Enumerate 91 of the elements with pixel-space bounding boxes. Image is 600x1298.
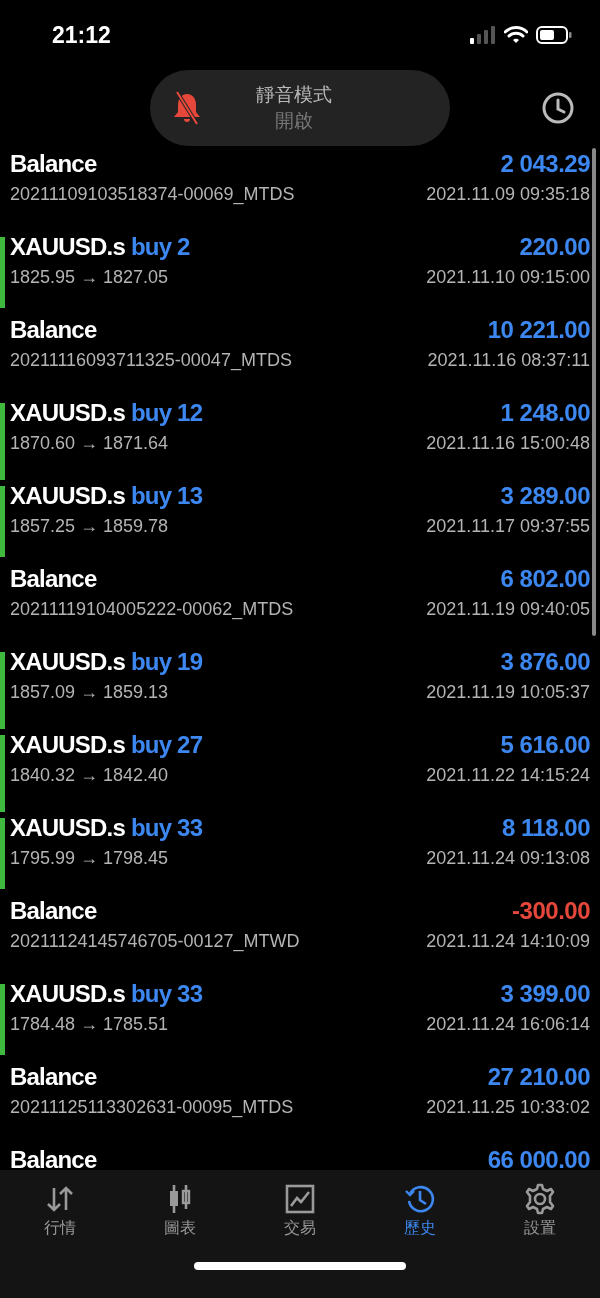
row-title: Balance (10, 897, 97, 925)
trade-row[interactable]: XAUUSD.s buy 33 8 118.00 1795.99 → 1798.45 2021.11.24 09:13:08 (0, 812, 600, 895)
amount-value: -300.00 (512, 897, 590, 925)
transaction-id: 20211124145746705-00127_MTWD (10, 931, 300, 952)
buy-marker (0, 237, 5, 308)
battery-icon (536, 26, 572, 44)
balance-row[interactable]: Balance 10 221.00 20211116093711325-00047_MTDS 2021.11.16 08:37:11 (0, 314, 600, 397)
tab-item[interactable]: 交易 (240, 1170, 360, 1260)
timestamp: 2021.11.24 09:13:08 (426, 848, 590, 869)
timestamp: 2021.11.22 14:15:24 (426, 765, 590, 786)
status-time: 21:12 (52, 21, 111, 49)
row-title: Balance (10, 565, 97, 593)
trade-row[interactable]: XAUUSD.s buy 19 3 876.00 1857.09 → 1859.13 2021.11.19 10:05:37 (0, 646, 600, 729)
balance-row[interactable]: Balance 2 043.29 20211109103518374-00069_MTDS 2021.11.09 09:35:18 (0, 148, 600, 231)
price-range: 1784.48 → 1785.51 (10, 1014, 169, 1035)
price-range: 1857.09 → 1859.13 (10, 682, 169, 703)
row-title: Balance (10, 316, 97, 344)
row-title: Balance (10, 1146, 97, 1170)
price-range: 1840.32 → 1842.40 (10, 765, 169, 786)
buy-marker (0, 984, 5, 1055)
banner-title: 靜音模式 (256, 83, 332, 107)
scrollbar[interactable] (592, 148, 596, 636)
timestamp: 2021.11.24 16:06:14 (426, 1014, 590, 1035)
signal-icon (470, 26, 496, 44)
amount-value: 3 399.00 (500, 980, 590, 1008)
wifi-icon (504, 26, 528, 44)
order-side-label: buy 2 (130, 233, 190, 261)
timestamp: 2021.11.19 09:40:05 (426, 599, 590, 620)
symbol-label: XAUUSD.s (10, 233, 125, 261)
timestamp: 2021.11.16 08:37:11 (427, 350, 590, 371)
amount-value: 3 289.00 (500, 482, 590, 510)
amount-value: 8 118.00 (501, 814, 590, 842)
banner-subtitle: 開啟 (275, 109, 313, 133)
home-indicator[interactable] (194, 1262, 406, 1270)
symbol-label: XAUUSD.s (10, 399, 125, 427)
transaction-id: 20211116093711325-00047_MTDS (10, 350, 292, 371)
amount-value: 66 000.00 (487, 1146, 590, 1170)
price-range: 1870.60 → 1871.64 (10, 433, 169, 454)
transaction-id: 20211119104005222-00062_MTDS (10, 599, 294, 620)
symbol-label: XAUUSD.s (10, 980, 125, 1008)
transaction-id: 20211125113302631-00095_MTDS (10, 1097, 294, 1118)
tab-item[interactable]: 歷史 (360, 1170, 480, 1260)
symbol-label: XAUUSD.s (10, 814, 125, 842)
amount-value: 27 210.00 (487, 1063, 590, 1091)
timestamp: 2021.11.16 15:00:48 (426, 433, 590, 454)
balance-row[interactable]: Balance 6 802.00 20211119104005222-00062_MTDS 2021.11.19 09:40:05 (0, 563, 600, 646)
tab-item[interactable]: 行情 (0, 1170, 120, 1260)
balance-row[interactable]: Balance 66 000.00 (0, 1144, 600, 1170)
symbol-label: XAUUSD.s (10, 648, 125, 676)
buy-marker (0, 818, 5, 889)
price-range: 1825.95 → 1827.05 (10, 267, 169, 288)
transaction-id: 20211109103518374-00069_MTDS (10, 184, 295, 205)
amount-value: 3 876.00 (500, 648, 590, 676)
trade-row[interactable]: XAUUSD.s buy 27 5 616.00 1840.32 → 1842.40 2021.11.22 14:15:24 (0, 729, 600, 812)
trade-row[interactable]: XAUUSD.s buy 13 3 289.00 1857.25 → 1859.78 2021.11.17 09:37:55 (0, 480, 600, 563)
order-side-label: buy 27 (130, 731, 203, 759)
order-side-label: buy 33 (130, 814, 203, 842)
amount-value: 220.00 (519, 233, 590, 261)
trade-row[interactable]: XAUUSD.s buy 12 1 248.00 1870.60 → 1871.64 2021.11.16 15:00:48 (0, 397, 600, 480)
row-title: Balance (10, 1063, 97, 1091)
timestamp: 2021.11.19 10:05:37 (426, 682, 590, 703)
order-side-label: buy 19 (130, 648, 203, 676)
order-side-label: buy 13 (130, 482, 203, 510)
timestamp: 2021.11.24 14:10:09 (426, 931, 590, 952)
symbol-label: XAUUSD.s (10, 731, 125, 759)
row-title: Balance (10, 150, 97, 178)
symbol-label: XAUUSD.s (10, 482, 125, 510)
clock-icon[interactable] (542, 92, 574, 124)
timestamp: 2021.11.09 09:35:18 (426, 184, 590, 205)
timestamp: 2021.11.10 09:15:00 (426, 267, 590, 288)
trade-row[interactable]: XAUUSD.s buy 2 220.00 1825.95 → 1827.05 2021.11.10 09:15:00 (0, 231, 600, 314)
muted-bell-icon (172, 90, 202, 126)
settings-icon (523, 1182, 557, 1216)
timestamp: 2021.11.25 10:33:02 (426, 1097, 590, 1118)
line-chart-icon (283, 1182, 317, 1216)
price-range: 1857.25 → 1859.78 (10, 516, 169, 537)
price-range: 1795.99 → 1798.45 (10, 848, 169, 869)
order-side-label: buy 33 (130, 980, 203, 1008)
amount-value: 10 221.00 (487, 316, 590, 344)
amount-value: 1 248.00 (500, 399, 590, 427)
timestamp: 2021.11.17 09:37:55 (426, 516, 590, 537)
amount-value: 2 043.29 (500, 150, 590, 178)
trade-row[interactable]: XAUUSD.s buy 33 3 399.00 1784.48 → 1785.51 2021.11.24 16:06:14 (0, 978, 600, 1061)
balance-row[interactable]: Balance 27 210.00 20211125113302631-00095_MTDS 2021.11.25 10:33:02 (0, 1061, 600, 1144)
tab-item[interactable]: 設置 (480, 1170, 600, 1260)
order-side-label: buy 12 (130, 399, 203, 427)
tab-item[interactable]: 圖表 (120, 1170, 240, 1260)
balance-row[interactable]: Balance -300.00 20211124145746705-00127_MTWD 2021.11.24 14:10:09 (0, 895, 600, 978)
amount-value: 6 802.00 (500, 565, 590, 593)
amount-value: 5 616.00 (500, 731, 590, 759)
buy-marker (0, 486, 5, 557)
